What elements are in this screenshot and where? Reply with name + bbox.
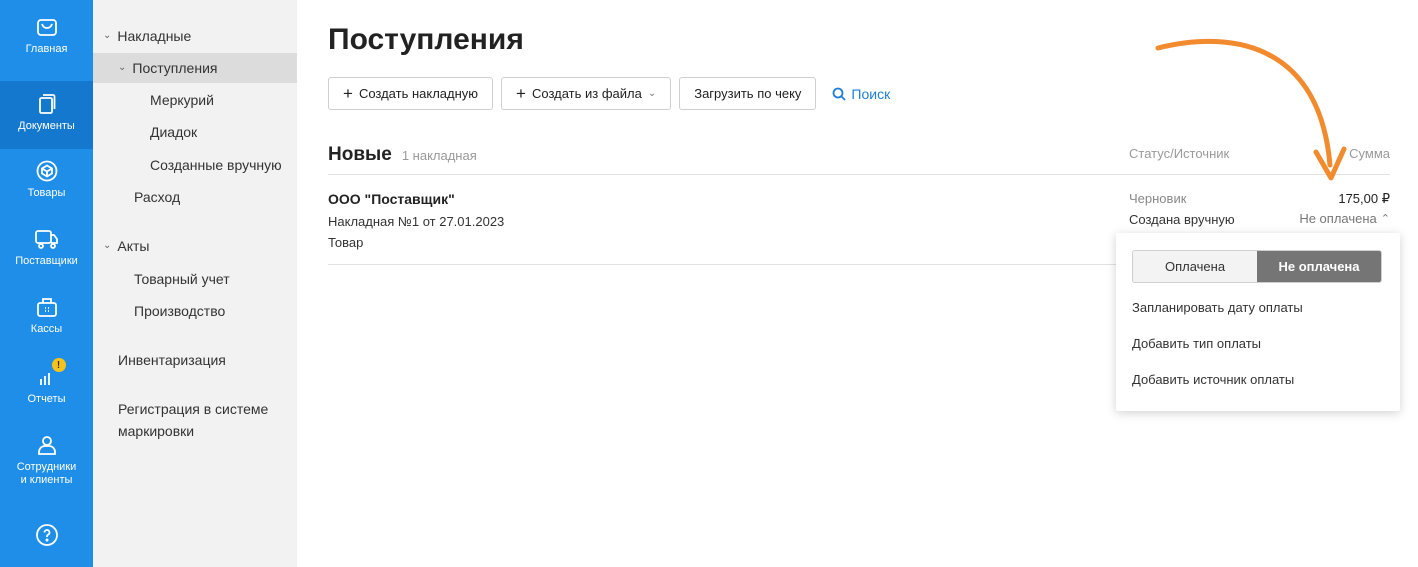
load-by-receipt-button[interactable]: Загрузить по чеку: [679, 77, 817, 110]
goods-label: Товар: [328, 235, 364, 250]
rail-item-cash-registers[interactable]: Кассы: [0, 294, 93, 356]
nav-label: Меркурий: [150, 92, 214, 108]
rail-label: Товары: [27, 187, 66, 199]
paid-option[interactable]: Оплачена: [1133, 251, 1257, 282]
chevron-down-icon: ⌄: [103, 29, 112, 41]
source-text: Создана вручную: [1129, 212, 1235, 227]
chevron-down-icon: ⌄: [103, 239, 112, 251]
help-button[interactable]: [0, 522, 93, 552]
nav-label: Инвентаризация: [118, 352, 226, 368]
payment-status-label: Не оплачена: [1299, 211, 1377, 226]
nav-item-manual[interactable]: Созданные вручную: [93, 150, 297, 180]
nav-label: Диадок: [150, 124, 198, 140]
nav-item-goods-accounting[interactable]: Товарный учет: [93, 264, 297, 294]
rail-label: Документы: [18, 120, 75, 132]
nav-label: Акты: [117, 238, 150, 254]
cash-register-icon: [34, 294, 60, 320]
payment-popup: Оплачена Не оплачена Запланировать дату …: [1116, 233, 1400, 411]
nav-item-marking[interactable]: Регистрация в системе маркировки: [118, 398, 288, 442]
bag-icon: [34, 14, 60, 40]
rail-label: Главная: [25, 43, 68, 55]
payment-segmented-control: Оплачена Не оплачена: [1132, 250, 1382, 283]
create-from-file-button[interactable]: + Создать из файла ⌄: [501, 77, 672, 110]
chevron-up-icon: ⌃: [1380, 213, 1390, 225]
documents-icon: [34, 91, 60, 117]
nav-group-acts[interactable]: ⌄ Акты: [93, 231, 297, 261]
nav-item-inventory[interactable]: Инвентаризация: [93, 345, 297, 375]
status-text: Черновик: [1129, 191, 1187, 206]
nav-label: Расход: [134, 189, 181, 205]
payment-status-toggle[interactable]: Не оплачена ⌃: [1299, 211, 1390, 226]
rail-item-documents[interactable]: Документы: [0, 81, 93, 149]
rail-label: Поставщики: [15, 255, 78, 267]
annotation-arrow: [1155, 39, 1347, 181]
amount: 175,00 ₽: [1338, 191, 1390, 206]
rail-item-suppliers[interactable]: Поставщики: [0, 226, 93, 288]
question-icon: [34, 522, 60, 548]
section-count: 1 накладная: [401, 148, 477, 163]
nav-label: Созданные вручную: [150, 157, 282, 173]
nav-item-production[interactable]: Производство: [93, 296, 297, 326]
chevron-down-icon: ⌄: [118, 61, 127, 73]
nav-item-receipts[interactable]: ⌄ Поступления: [93, 53, 297, 83]
search-label: Поиск: [851, 85, 891, 102]
nav-item-diadoc[interactable]: Диадок: [93, 117, 297, 147]
supplier-name: ООО "Поставщик": [328, 191, 455, 207]
add-payment-source-item[interactable]: Добавить источник оплаты: [1132, 372, 1294, 387]
bar-chart-icon: !: [34, 358, 66, 390]
rail-label: Отчеты: [27, 393, 66, 405]
main-rail: Главная Документы Товары Поставщики Касс…: [0, 0, 93, 567]
button-label: Загрузить по чеку: [694, 86, 802, 101]
divider: [328, 264, 1128, 265]
rail-label: Сотрудники и клиенты: [16, 461, 77, 486]
nav-item-expense[interactable]: Расход: [93, 182, 297, 212]
box-icon: [34, 158, 60, 184]
nav-label: Поступления: [132, 60, 218, 76]
sidebar-nav: ⌄ Накладные ⌄ Поступления Меркурий Диадо…: [93, 0, 297, 567]
rail-item-staff-clients[interactable]: Сотрудники и клиенты: [0, 432, 93, 506]
button-label: Создать накладную: [358, 86, 479, 101]
invoice-number: Накладная №1 от 27.01.2023: [328, 214, 505, 229]
button-label: Создать из файла: [531, 86, 642, 101]
person-icon: [34, 432, 60, 458]
section-header: Новые 1 накладная: [328, 144, 477, 166]
search-link[interactable]: Поиск: [832, 86, 890, 102]
unpaid-option[interactable]: Не оплачена: [1257, 251, 1381, 282]
plan-payment-date-item[interactable]: Запланировать дату оплаты: [1132, 300, 1303, 315]
nav-group-invoices[interactable]: ⌄ Накладные: [93, 21, 297, 51]
nav-label: Накладные: [117, 28, 192, 44]
chevron-down-icon: ⌄: [647, 88, 657, 99]
toolbar: + Создать накладную + Создать из файла ⌄…: [328, 77, 890, 110]
plus-icon: +: [343, 84, 353, 103]
alert-badge: !: [51, 358, 66, 372]
create-invoice-button[interactable]: + Создать накладную: [328, 77, 494, 110]
search-icon: [833, 87, 847, 101]
truck-icon: [34, 226, 60, 252]
rail-item-reports[interactable]: ! Отчеты: [0, 358, 93, 426]
nav-label: Производство: [134, 303, 226, 319]
page-title: Поступления: [328, 23, 524, 56]
plus-icon: +: [516, 84, 526, 103]
rail-label: Кассы: [30, 323, 63, 335]
add-payment-type-item[interactable]: Добавить тип оплаты: [1132, 336, 1261, 351]
nav-label: Товарный учет: [134, 271, 230, 287]
rail-item-goods[interactable]: Товары: [0, 158, 93, 220]
nav-item-mercury[interactable]: Меркурий: [93, 85, 297, 115]
rail-item-home[interactable]: Главная: [0, 14, 93, 76]
section-title: Новые: [328, 144, 392, 165]
